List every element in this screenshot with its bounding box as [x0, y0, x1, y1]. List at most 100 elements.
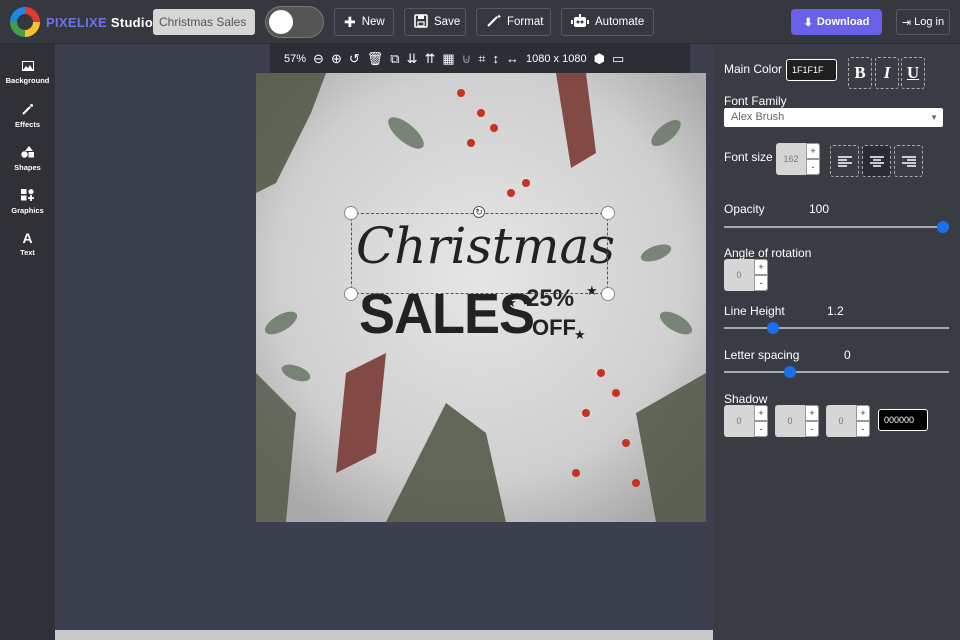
- italic-button[interactable]: I: [875, 57, 899, 89]
- rotation-value: 0: [736, 270, 742, 280]
- design-canvas[interactable]: Christmas SALES 25% OFF ★ ★ ★ ↻: [256, 73, 706, 522]
- star-icon: ★: [505, 295, 517, 310]
- decrement-button[interactable]: -: [856, 421, 870, 437]
- svg-text:✦: ✦: [496, 13, 501, 21]
- cube-icon[interactable]: ⬢: [594, 52, 605, 65]
- font-family-label: Font Family: [724, 94, 787, 108]
- bring-forward-icon[interactable]: ⇈: [424, 52, 435, 65]
- zoom-out-icon[interactable]: ⊖: [313, 52, 324, 65]
- sidebar-item-label: Text: [20, 248, 35, 257]
- star-icon: ★: [574, 327, 586, 342]
- slider-thumb[interactable]: [937, 221, 949, 233]
- slider-thumb[interactable]: [783, 366, 796, 378]
- resize-handle[interactable]: [601, 206, 615, 220]
- vertical-resize-icon[interactable]: ↕: [493, 52, 500, 65]
- trash-icon[interactable]: 🗑: [367, 52, 384, 65]
- font-family-select[interactable]: Alex Brush ▼: [724, 108, 943, 127]
- format-button[interactable]: ✦ Format: [476, 8, 551, 36]
- letter-spacing-label: Letter spacing: [724, 348, 800, 362]
- letter-spacing-slider[interactable]: [724, 366, 949, 378]
- automate-button[interactable]: Automate: [561, 8, 654, 36]
- off-text[interactable]: OFF: [532, 315, 576, 341]
- resize-handle[interactable]: [601, 287, 615, 301]
- magic-wand-icon: [21, 103, 34, 117]
- shadow-color-input[interactable]: 000000: [878, 409, 928, 431]
- project-name-input[interactable]: Christmas Sales: [153, 9, 255, 35]
- rotate-handle-icon[interactable]: ↻: [473, 206, 485, 218]
- main-color-input[interactable]: 1F1F1F: [786, 59, 837, 81]
- horizontal-resize-icon[interactable]: ↔: [506, 52, 519, 65]
- font-size-stepper[interactable]: 162 + -: [776, 143, 820, 175]
- send-backward-icon[interactable]: ⇊: [407, 52, 418, 65]
- download-label: Download: [816, 16, 870, 28]
- increment-button[interactable]: +: [806, 143, 820, 159]
- duplicate-icon[interactable]: ⧉: [390, 52, 399, 65]
- resize-handle[interactable]: [344, 206, 358, 220]
- line-height-slider[interactable]: [724, 322, 949, 334]
- opacity-slider[interactable]: [724, 221, 949, 233]
- opacity-value: 100: [809, 202, 830, 216]
- shadow-y-stepper[interactable]: 0 + -: [775, 405, 819, 437]
- shadow-blur-stepper[interactable]: 0 + -: [826, 405, 870, 437]
- download-button[interactable]: ⬇ Download: [791, 9, 882, 35]
- left-sidebar: Background Effects Shapes Graphics A Tex…: [0, 44, 55, 640]
- sidebar-item-label: Effects: [14, 119, 40, 129]
- top-bar: PIXELIXE Studio Christmas Sales ✚ New Sa…: [0, 0, 960, 44]
- rotation-stepper[interactable]: 0 + -: [724, 259, 768, 291]
- new-label: New: [361, 16, 385, 28]
- floppy-icon: [414, 13, 428, 31]
- zoom-in-icon[interactable]: ⊕: [331, 52, 342, 65]
- font-family-value: Alex Brush: [731, 111, 785, 123]
- shadow-x-stepper[interactable]: 0 + -: [724, 405, 768, 437]
- desktop-icon[interactable]: ▭: [612, 52, 624, 65]
- brand-name: PIXELIXE: [46, 14, 107, 30]
- rotation-label: Angle of rotation: [724, 246, 812, 260]
- letter-spacing-value: 0: [844, 348, 851, 362]
- undo-icon[interactable]: ↺: [349, 52, 360, 65]
- login-label: Log in: [914, 16, 945, 28]
- horizontal-scrollbar[interactable]: [55, 630, 713, 640]
- sidebar-item-shapes[interactable]: Shapes: [0, 137, 55, 180]
- crop-icon[interactable]: ⌗: [478, 52, 485, 65]
- increment-button[interactable]: +: [754, 259, 768, 275]
- new-button[interactable]: ✚ New: [334, 8, 394, 36]
- line-height-label: Line Height: [724, 304, 785, 318]
- download-icon: ⬇: [803, 16, 813, 29]
- zoom-level[interactable]: 57%: [284, 53, 306, 65]
- align-left-button[interactable]: [830, 145, 859, 177]
- increment-button[interactable]: +: [805, 405, 819, 421]
- save-button[interactable]: Save: [404, 8, 466, 36]
- sidebar-item-graphics[interactable]: Graphics: [0, 180, 55, 223]
- increment-button[interactable]: +: [856, 405, 870, 421]
- mode-toggle[interactable]: [265, 6, 324, 38]
- align-right-icon: [901, 155, 916, 167]
- selection-box[interactable]: [351, 213, 608, 294]
- align-center-button[interactable]: [862, 145, 891, 177]
- decrement-button[interactable]: -: [754, 275, 768, 291]
- grid-icon[interactable]: ▦: [442, 52, 454, 65]
- font-size-label: Font size: [724, 150, 773, 164]
- shadow-blur-value: 0: [838, 416, 844, 426]
- align-left-icon: [837, 155, 852, 167]
- magnet-icon[interactable]: ⊍: [462, 52, 472, 65]
- sidebar-item-text[interactable]: A Text: [0, 223, 55, 266]
- resize-handle[interactable]: [344, 287, 358, 301]
- bold-button[interactable]: B: [848, 57, 872, 89]
- sidebar-item-effects[interactable]: Effects: [0, 94, 55, 137]
- sidebar-item-background[interactable]: Background: [0, 51, 55, 94]
- slider-thumb[interactable]: [766, 322, 779, 334]
- underline-button[interactable]: U: [901, 57, 925, 89]
- shapes-icon: [21, 145, 34, 160]
- decrement-button[interactable]: -: [754, 421, 768, 437]
- align-right-button[interactable]: [894, 145, 923, 177]
- logo[interactable]: PIXELIXE Studio: [10, 7, 153, 37]
- decrement-button[interactable]: -: [806, 159, 820, 175]
- magic-wand-icon: ✦: [486, 13, 502, 31]
- login-button[interactable]: ⇥ Log in: [896, 9, 950, 35]
- decrement-button[interactable]: -: [805, 421, 819, 437]
- opacity-label: Opacity: [724, 202, 765, 216]
- login-icon: ⇥: [901, 16, 912, 29]
- logo-icon: [10, 7, 40, 37]
- increment-button[interactable]: +: [754, 405, 768, 421]
- plus-icon: ✚: [344, 13, 356, 30]
